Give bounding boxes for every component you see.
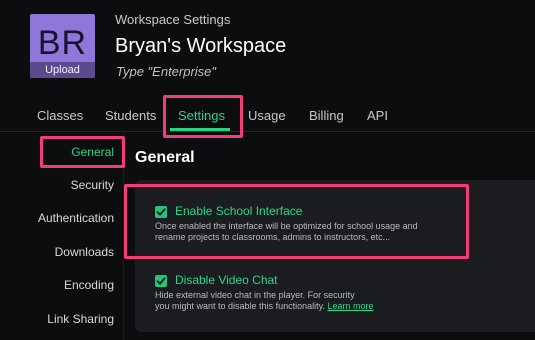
school-interface-description-line2: rename projects to classrooms, admins to… (155, 232, 391, 242)
checkmark-icon (156, 277, 166, 285)
school-interface-label[interactable]: Enable School Interface (175, 204, 302, 218)
school-interface-checkbox[interactable] (155, 206, 167, 218)
video-chat-description-line1: Hide external video chat in the player. … (155, 290, 355, 300)
checkmark-icon (156, 208, 166, 216)
sidebar-divider (123, 132, 124, 340)
school-interface-description: Once enabled the interface will be optim… (155, 221, 465, 243)
school-interface-description-line1: Once enabled the interface will be optim… (155, 221, 418, 231)
tab-classes[interactable]: Classes (37, 108, 83, 123)
sidebar-item-downloads[interactable]: Downloads (55, 245, 114, 259)
avatar-initials: BR (37, 24, 88, 62)
avatar-upload-button[interactable]: Upload (30, 62, 95, 78)
sidebar-item-encoding[interactable]: Encoding (64, 278, 114, 292)
video-chat-description-line2: you might want to disable this functiona… (155, 301, 325, 311)
sidebar-item-authentication[interactable]: Authentication (38, 211, 114, 225)
active-tab-indicator (170, 128, 230, 131)
tab-students[interactable]: Students (105, 108, 156, 123)
learn-more-link[interactable]: Learn more (327, 301, 373, 311)
sidebar-item-link-sharing[interactable]: Link Sharing (47, 312, 114, 326)
tab-usage[interactable]: Usage (248, 108, 286, 123)
sidebar-item-general[interactable]: General (71, 145, 114, 159)
workspace-name: Bryan's Workspace (115, 35, 287, 57)
workspace-avatar[interactable]: BR Upload (30, 14, 95, 78)
page-kicker: Workspace Settings (115, 12, 231, 27)
tab-settings[interactable]: Settings (178, 108, 225, 123)
video-chat-checkbox[interactable] (155, 275, 167, 287)
settings-sidebar: General Security Authentication Download… (0, 132, 124, 340)
section-title: General (135, 149, 195, 166)
tab-billing[interactable]: Billing (309, 108, 344, 123)
video-chat-description: Hide external video chat in the player. … (155, 290, 465, 312)
video-chat-description-line2-wrap: you might want to disable this functiona… (155, 301, 465, 312)
video-chat-label[interactable]: Disable Video Chat (175, 273, 278, 287)
sidebar-item-security[interactable]: Security (71, 178, 114, 192)
tab-api[interactable]: API (367, 108, 388, 123)
workspace-type: Type "Enterprise" (116, 64, 217, 79)
tab-bar: Classes Students Settings Usage Billing … (0, 96, 535, 132)
